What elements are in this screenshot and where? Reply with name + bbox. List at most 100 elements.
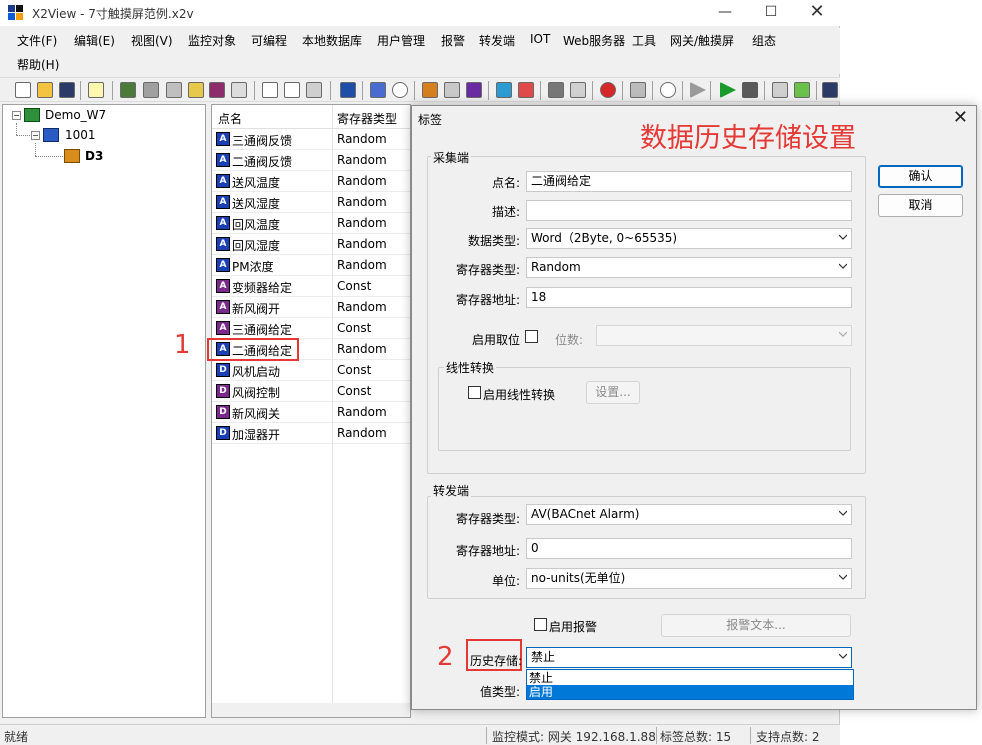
chart-icon[interactable]	[496, 82, 512, 98]
menu-gateway-touchscreen[interactable]: 网关/触摸屏	[670, 32, 734, 49]
chevron-down-icon	[839, 653, 847, 659]
report-icon[interactable]	[518, 82, 534, 98]
menu-tools[interactable]: 工具	[632, 32, 656, 49]
link-icon[interactable]	[570, 82, 586, 98]
database-icon[interactable]	[444, 82, 460, 98]
table-icon[interactable]	[166, 82, 182, 98]
bit-count-label: 位数:	[555, 333, 584, 347]
table-row[interactable]: A 回风湿度 Random	[212, 234, 410, 255]
toolbar-separator	[330, 81, 331, 100]
close-window-button[interactable]: ✕	[794, 0, 840, 26]
help-icon[interactable]	[88, 82, 104, 98]
grid-icon[interactable]	[370, 82, 386, 98]
menu-configuration[interactable]: 组态	[752, 32, 776, 49]
alarm-enable-checkbox[interactable]	[534, 618, 547, 631]
maximize-button[interactable]: ☐	[748, 0, 794, 26]
menu-programmable[interactable]: 可编程	[251, 32, 287, 49]
network-icon[interactable]	[630, 82, 646, 98]
tree-connector	[16, 123, 17, 135]
column-header-name[interactable]: 点名	[218, 110, 242, 127]
monitor-icon[interactable]	[340, 82, 356, 98]
table-row[interactable]: A 送风湿度 Random	[212, 192, 410, 213]
properties-icon[interactable]	[231, 82, 247, 98]
tree-collapse-toggle[interactable]: −	[12, 111, 21, 120]
script-icon[interactable]	[422, 82, 438, 98]
paste-icon[interactable]	[306, 82, 322, 98]
tree-item-root[interactable]: Demo_W7	[45, 106, 106, 124]
table-row[interactable]: A 变频器给定 Const	[212, 276, 410, 297]
register-address-input[interactable]: 18	[526, 287, 852, 308]
column-header-type[interactable]: 寄存器类型	[337, 110, 397, 127]
play-disabled-icon[interactable]	[690, 82, 706, 98]
table-row[interactable]: D 风阀控制 Const	[212, 381, 410, 402]
menu-monitor-objects[interactable]: 监控对象	[188, 32, 236, 49]
cut-icon[interactable]	[262, 82, 278, 98]
register-type-select[interactable]: Random	[526, 257, 852, 278]
copy-icon[interactable]	[284, 82, 300, 98]
save-icon[interactable]	[59, 82, 75, 98]
data-type-label: 数据类型:	[467, 234, 520, 248]
history-option-enable[interactable]: 启用	[527, 685, 853, 699]
new-file-icon[interactable]	[15, 82, 31, 98]
stop-icon[interactable]	[742, 82, 758, 98]
alarm-text-button[interactable]: 报警文本...	[661, 614, 851, 637]
bit-enable-checkbox[interactable]	[525, 330, 538, 343]
linear-enable-checkbox[interactable]	[468, 386, 481, 399]
device-icon[interactable]	[822, 82, 838, 98]
run-icon[interactable]	[720, 82, 736, 98]
ok-button[interactable]: 确认	[878, 165, 963, 188]
upload-download-icon[interactable]	[794, 82, 810, 98]
history-storage-select[interactable]: 禁止	[526, 647, 852, 668]
table-row[interactable]: A 送风温度 Random	[212, 171, 410, 192]
dialog-close-icon[interactable]: ✕	[953, 107, 968, 128]
menu-iot[interactable]: IOT	[530, 32, 550, 46]
menu-file[interactable]: 文件(F)	[17, 32, 57, 49]
bit-count-select[interactable]	[596, 325, 852, 346]
project-icon	[24, 108, 40, 122]
tree-item-gateway[interactable]: 1001	[65, 126, 96, 144]
user-icon[interactable]	[548, 82, 564, 98]
tools-icon[interactable]	[772, 82, 788, 98]
tree-item-device[interactable]: D3	[85, 147, 103, 165]
table-row[interactable]: A PM浓度 Random	[212, 255, 410, 276]
point-name-input[interactable]: 二通阀给定	[526, 171, 852, 192]
forward-register-address-input[interactable]: 0	[526, 538, 852, 559]
add-device-icon[interactable]	[120, 82, 136, 98]
clock-icon[interactable]	[392, 82, 408, 98]
menu-help[interactable]: 帮助(H)	[17, 56, 59, 73]
menu-local-database[interactable]: 本地数据库	[302, 32, 362, 49]
cancel-button[interactable]: 取消	[878, 194, 963, 217]
eye-icon[interactable]	[660, 82, 676, 98]
table-row[interactable]: D 风机启动 Const	[212, 360, 410, 381]
menu-user-management[interactable]: 用户管理	[377, 32, 425, 49]
horizontal-scrollbar[interactable]	[212, 703, 410, 717]
menu-view[interactable]: 视图(V)	[131, 32, 173, 49]
table-row[interactable]: A 三通阀反馈 Random	[212, 129, 410, 150]
forward-register-type-select[interactable]: AV(BACnet Alarm)	[526, 504, 852, 525]
digital-tag-icon[interactable]	[209, 82, 225, 98]
table-row[interactable]: D 加湿器开 Random	[212, 423, 410, 444]
analog-tag-icon: A	[216, 195, 230, 209]
history-option-disable[interactable]: 禁止	[527, 671, 853, 685]
table-row[interactable]: A 三通阀给定 Const	[212, 318, 410, 339]
open-folder-icon[interactable]	[37, 82, 53, 98]
table-row[interactable]: D 新风阀关 Random	[212, 402, 410, 423]
table-row[interactable]: A 回风温度 Random	[212, 213, 410, 234]
new-tag-icon[interactable]	[188, 82, 204, 98]
bold-b-icon[interactable]	[466, 82, 482, 98]
forward-register-type-label: 寄存器类型:	[455, 512, 520, 526]
unit-select[interactable]: no-units(无单位)	[526, 568, 852, 589]
table-row[interactable]: A 二通阀反馈 Random	[212, 150, 410, 171]
menu-edit[interactable]: 编辑(E)	[74, 32, 115, 49]
menu-web-server[interactable]: Web服务器	[563, 32, 625, 49]
table-row[interactable]: A 新风阀开 Random	[212, 297, 410, 318]
alarm-clock-icon[interactable]	[600, 82, 616, 98]
linear-settings-button[interactable]: 设置...	[586, 381, 640, 404]
minimize-button[interactable]: —	[702, 0, 748, 26]
data-type-select[interactable]: Word（2Byte, 0~65535)	[526, 228, 852, 249]
tree-collapse-toggle[interactable]: −	[31, 131, 40, 140]
description-input[interactable]	[526, 200, 852, 221]
menu-forwarding[interactable]: 转发端	[479, 32, 515, 49]
menu-alarm[interactable]: 报警	[441, 32, 465, 49]
connect-icon[interactable]	[143, 82, 159, 98]
